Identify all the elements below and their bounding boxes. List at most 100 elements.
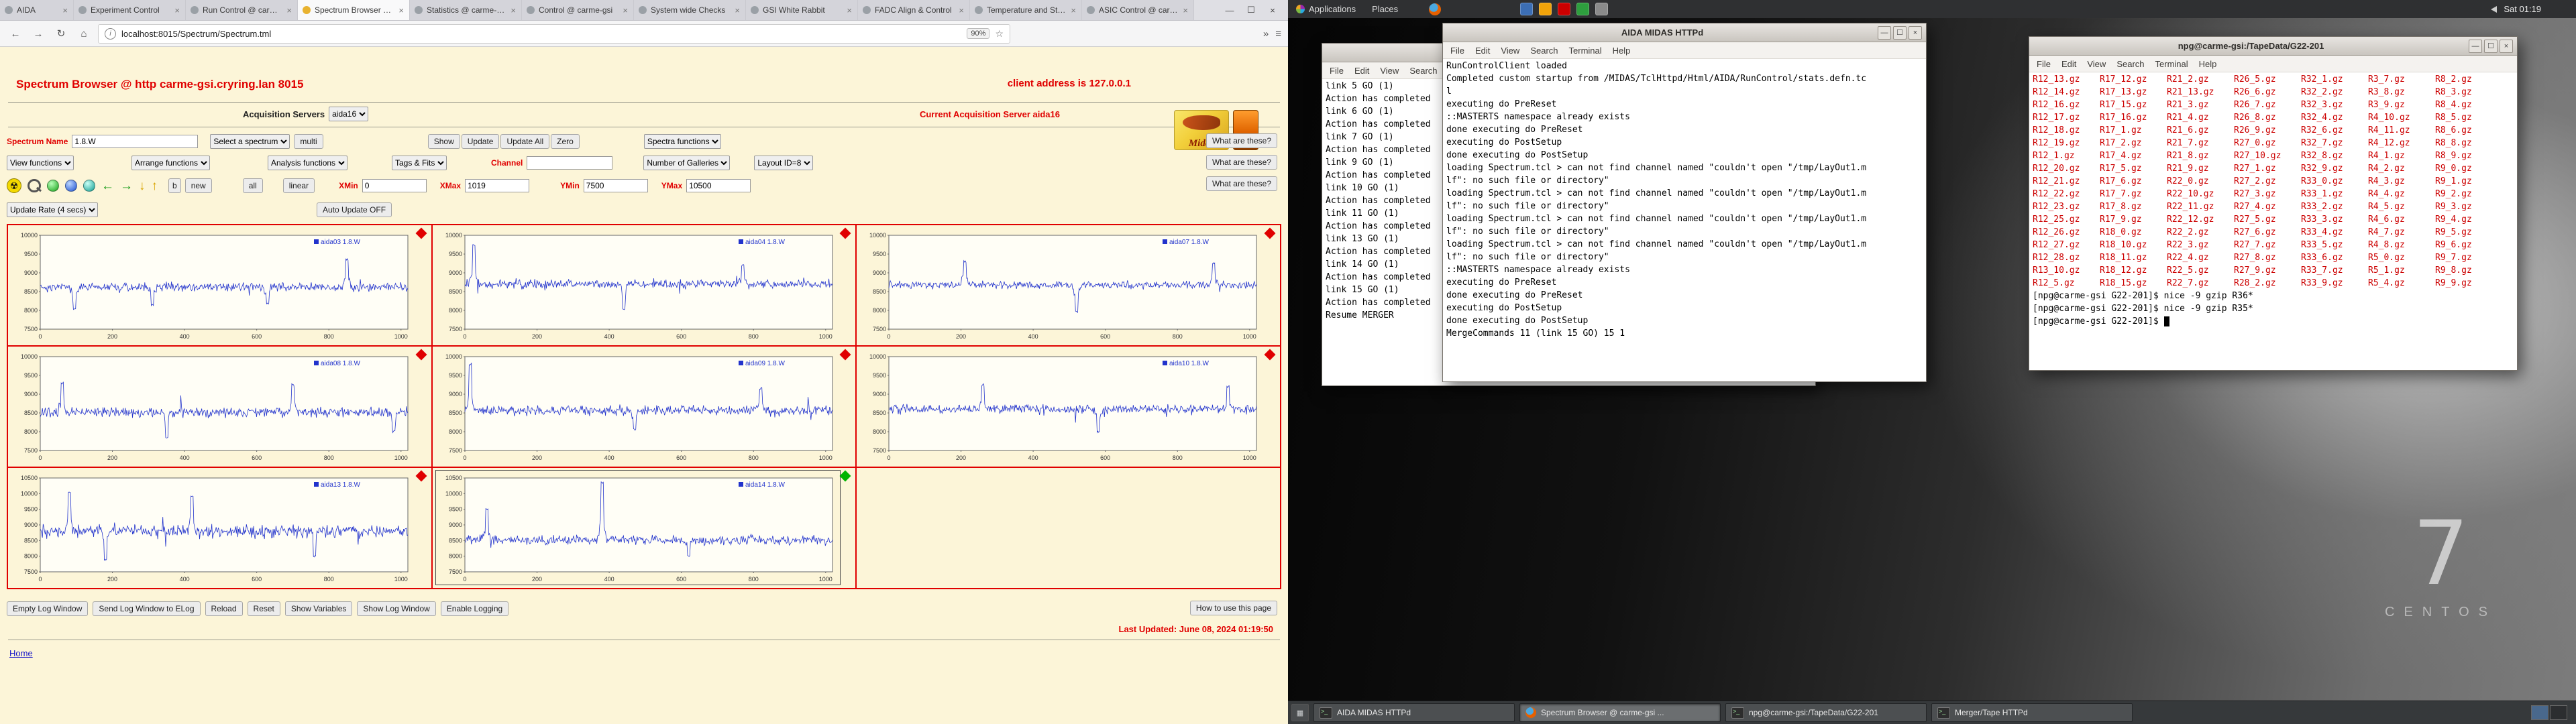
menu-item-search[interactable]: Search <box>2112 58 2149 70</box>
maximize-icon[interactable]: ☐ <box>1893 25 1907 40</box>
show-variables-button[interactable]: Show Variables <box>284 601 353 616</box>
auto-update-button[interactable]: Auto Update OFF <box>317 202 392 217</box>
browser-tab[interactable]: Statistics @ carme-gsi × <box>410 0 522 20</box>
bookmark-star-icon[interactable]: ☆ <box>995 28 1004 40</box>
back-icon[interactable]: ← <box>7 25 24 42</box>
launcher-3-icon[interactable] <box>1558 3 1571 15</box>
workspace-2[interactable] <box>2550 705 2567 720</box>
spectrum-name-input[interactable] <box>72 135 199 148</box>
menu-item-search[interactable]: Search <box>1525 45 1562 56</box>
menu-item-help[interactable]: Help <box>1608 45 1635 56</box>
address-bar[interactable]: i localhost:8015/Spectrum/Spectrum.tml 9… <box>98 23 1010 44</box>
reset-button[interactable]: Reset <box>247 601 280 616</box>
browser-tab[interactable]: Temperature and Status × <box>970 0 1082 20</box>
home-icon[interactable]: ⌂ <box>75 25 93 42</box>
layout-dropdown[interactable]: Layout ID=8 <box>754 156 814 170</box>
green-left-arrow-icon[interactable]: ← <box>101 180 114 192</box>
analysis-functions-dropdown[interactable]: Analysis functions <box>268 156 347 170</box>
reload-button[interactable]: Reload <box>205 601 243 616</box>
menu-item-view[interactable]: View <box>2082 58 2110 70</box>
browser-tab[interactable]: Run Control @ carme-gsi × <box>186 0 298 20</box>
b-button[interactable]: b <box>168 178 181 193</box>
view-functions-dropdown[interactable]: View functions <box>7 156 74 170</box>
show-log-window-button[interactable]: Show Log Window <box>357 601 436 616</box>
launcher-2-icon[interactable] <box>1539 3 1552 15</box>
maximize-icon[interactable]: ☐ <box>1241 5 1261 15</box>
browser-tab[interactable]: FADC Align & Control × <box>858 0 970 20</box>
close-icon[interactable]: × <box>2500 39 2513 53</box>
browser-tab[interactable]: Control @ carme-gsi × <box>522 0 634 20</box>
menu-item-file[interactable]: File <box>1446 45 1469 56</box>
select-spectrum-dropdown[interactable]: Select a spectrum <box>210 134 290 149</box>
teal-ball-icon[interactable] <box>83 180 95 192</box>
enable-logging-button[interactable]: Enable Logging <box>440 601 509 616</box>
taskbar-window-button[interactable]: Spectrum Browser @ carme-gsi ... <box>1519 703 1721 722</box>
spectrum-cell[interactable]: 7500 8000 8500 9000 9500 10000 0 200 400 600 800 10… <box>856 225 1281 346</box>
update-button[interactable]: Update <box>461 134 500 149</box>
menu-item-file[interactable]: File <box>2032 58 2055 70</box>
status-diamond-icon[interactable] <box>415 470 427 482</box>
minimize-icon[interactable]: — <box>2469 39 2482 53</box>
firefox-panel-icon[interactable] <box>1429 3 1442 15</box>
show-button[interactable]: Show <box>427 134 460 149</box>
status-diamond-icon[interactable] <box>415 349 427 361</box>
browser-tab[interactable]: GSI White Rabbit × <box>746 0 858 20</box>
what-are-these-button[interactable]: What are these? <box>1205 176 1277 191</box>
tab-close-icon[interactable]: × <box>846 5 853 15</box>
channel-input[interactable] <box>527 156 613 170</box>
places-menu[interactable]: Places <box>1364 0 1406 18</box>
all-button[interactable]: all <box>242 178 263 193</box>
spectrum-cell[interactable]: 7500 8000 8500 9000 9500 10000 0 200 400 600 800 10… <box>431 346 857 467</box>
menu-item-view[interactable]: View <box>1375 65 1403 76</box>
workspace-1[interactable] <box>2531 705 2548 720</box>
spectrum-cell[interactable]: 7500 8000 8500 9000 9500 10000 0 200 400 600 800 10… <box>431 225 857 346</box>
send-log-window-to-elog-button[interactable]: Send Log Window to ELog <box>93 601 201 616</box>
spectrum-cell[interactable]: 7500 8000 8500 9000 9500 10000 10500 0 200 400 600… <box>7 467 432 589</box>
panel-clock[interactable]: Sat 01:19 <box>2504 4 2541 14</box>
galleries-dropdown[interactable]: Number of Galleries <box>643 156 731 170</box>
tags-fits-dropdown[interactable]: Tags & Fits <box>392 156 447 170</box>
tab-close-icon[interactable]: × <box>622 5 629 15</box>
show-desktop-icon[interactable]: ▦ <box>1291 704 1309 721</box>
minimize-icon[interactable]: — <box>1220 5 1240 15</box>
status-diamond-icon[interactable] <box>839 349 851 361</box>
update-all-button[interactable]: Update All <box>500 134 550 149</box>
tab-close-icon[interactable]: × <box>286 5 292 15</box>
xmin-input[interactable] <box>362 179 427 192</box>
launcher-5-icon[interactable] <box>1595 3 1609 15</box>
tab-close-icon[interactable]: × <box>1070 5 1077 15</box>
terminal-output[interactable]: RunControlClient loaded Completed custom … <box>1443 59 1926 383</box>
launcher-4-icon[interactable] <box>1576 3 1590 15</box>
browser-tab[interactable]: System wide Checks × <box>634 0 746 20</box>
tab-close-icon[interactable]: × <box>1182 5 1189 15</box>
terminal-output[interactable]: R12_13.gz R17_12.gz R21_2.gz R26_5.gz R32_1.… <box>2029 72 2517 371</box>
how-to-use-button[interactable]: How to use this page <box>1189 601 1277 615</box>
forward-icon[interactable]: → <box>30 25 47 42</box>
tab-close-icon[interactable]: × <box>510 5 517 15</box>
tab-close-icon[interactable]: × <box>174 5 180 15</box>
status-diamond-icon[interactable] <box>415 227 427 239</box>
minimize-icon[interactable]: — <box>1878 25 1891 40</box>
tab-close-icon[interactable]: × <box>958 5 965 15</box>
spectra-functions-dropdown[interactable]: Spectra functions <box>643 134 721 149</box>
maximize-icon[interactable]: ☐ <box>2484 39 2498 53</box>
taskbar-window-button[interactable]: >_ Merger/Tape HTTPd <box>1931 703 2133 722</box>
status-diamond-icon[interactable] <box>1264 349 1276 361</box>
applications-menu[interactable]: Applications <box>1288 0 1364 18</box>
spectrum-cell[interactable]: 7500 8000 8500 9000 9500 10000 0 200 400 600 800 10… <box>7 346 432 467</box>
magnifier-icon[interactable] <box>28 179 41 192</box>
yellow-down-arrow-icon[interactable]: ↓ <box>139 180 146 192</box>
status-diamond-icon[interactable] <box>1264 227 1276 239</box>
menu-item-view[interactable]: View <box>1496 45 1524 56</box>
update-rate-dropdown[interactable]: Update Rate (4 secs) <box>7 202 98 217</box>
menu-item-file[interactable]: File <box>1325 65 1348 76</box>
menu-item-search[interactable]: Search <box>1405 65 1442 76</box>
menu-item-terminal[interactable]: Terminal <box>1564 45 1607 56</box>
browser-tab[interactable]: Experiment Control × <box>74 0 186 20</box>
status-diamond-icon[interactable] <box>839 227 851 239</box>
ymin-input[interactable] <box>583 179 648 192</box>
spectrum-cell[interactable]: 7500 8000 8500 9000 9500 10000 0 200 400 600 800 10… <box>7 225 432 346</box>
status-diamond-icon[interactable] <box>839 470 851 482</box>
arrange-functions-dropdown[interactable]: Arrange functions <box>131 156 210 170</box>
blue-ball-icon[interactable] <box>65 180 77 192</box>
